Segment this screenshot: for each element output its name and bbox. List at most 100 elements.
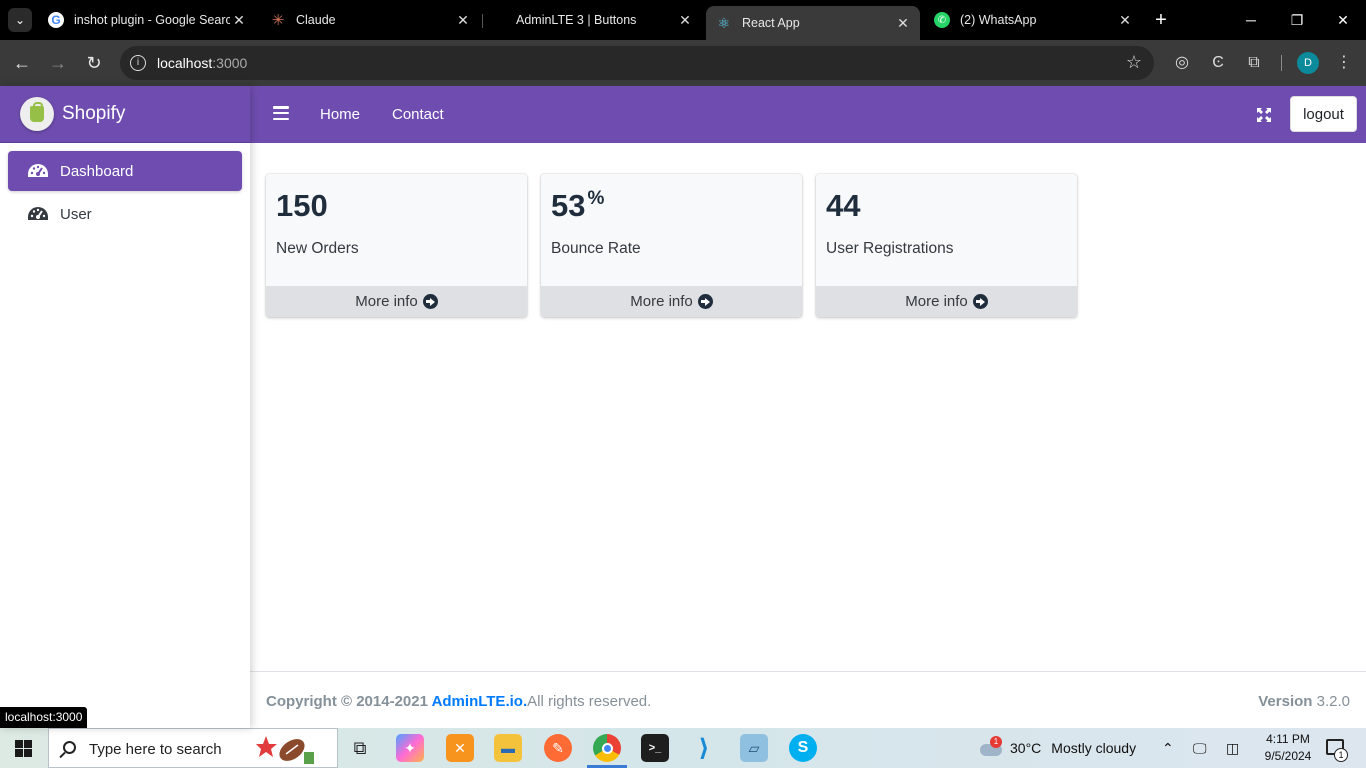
- stat-value: 44: [826, 188, 861, 223]
- site-info-icon[interactable]: i: [130, 55, 146, 71]
- browser-tabstrip: ⌄ G inshot plugin - Google Search ✕ ✳ Cl…: [0, 0, 1366, 40]
- weather-widget[interactable]: 1 30°C Mostly cloudy: [978, 728, 1136, 768]
- stat-box-user-registrations: 44 User Registrations More info: [816, 174, 1077, 317]
- close-tab-icon[interactable]: ✕: [230, 12, 248, 29]
- tab-react-app[interactable]: ⚛ React App ✕: [706, 6, 920, 40]
- stat-box-new-orders: 150 New Orders More info: [266, 174, 527, 317]
- network-icon[interactable]: 🖵: [1193, 728, 1207, 768]
- more-info-link[interactable]: More info: [541, 286, 802, 317]
- file-explorer-icon[interactable]: ▬: [494, 734, 522, 762]
- sidebar-item-label: Dashboard: [60, 162, 134, 180]
- nav-link-contact[interactable]: Contact: [392, 106, 444, 123]
- extension-record-icon[interactable]: ◎: [1170, 51, 1194, 75]
- close-tab-icon[interactable]: ✕: [676, 12, 694, 29]
- sidebar-item-user[interactable]: User: [8, 194, 242, 234]
- fullscreen-expand-icon[interactable]: [1256, 107, 1272, 123]
- close-window-icon[interactable]: ✕: [1331, 8, 1355, 32]
- url-port: :3000: [212, 55, 248, 71]
- new-tab-button[interactable]: +: [1150, 9, 1172, 31]
- notepad-icon[interactable]: ▱: [740, 734, 768, 762]
- weather-badge: 1: [990, 736, 1002, 748]
- gauge-icon: [28, 207, 48, 220]
- sidebar-item-dashboard[interactable]: Dashboard: [8, 151, 242, 191]
- chrome-icon[interactable]: [593, 734, 621, 762]
- task-view-icon[interactable]: ⧉: [346, 734, 374, 762]
- logout-button[interactable]: logout: [1290, 96, 1357, 132]
- windows-start-icon[interactable]: [15, 740, 32, 757]
- minimize-icon[interactable]: ─: [1239, 8, 1263, 32]
- close-tab-icon[interactable]: ✕: [1116, 12, 1134, 29]
- terminal-icon[interactable]: >_: [641, 734, 669, 762]
- clock-date: 9/5/2024: [1264, 749, 1312, 763]
- postman-icon[interactable]: ✎: [544, 734, 572, 762]
- volume-icon[interactable]: ◫: [1226, 728, 1239, 768]
- cloud-icon: 1: [978, 736, 1004, 758]
- tab-claude[interactable]: ✳ Claude ✕: [260, 6, 480, 34]
- reload-icon[interactable]: ↻: [82, 51, 106, 75]
- more-info-link[interactable]: More info: [266, 286, 527, 317]
- forward-icon[interactable]: →: [46, 51, 70, 75]
- more-info-link[interactable]: More info: [816, 286, 1077, 317]
- claude-icon: ✳: [271, 12, 285, 29]
- extension-c-icon[interactable]: Ͼ: [1206, 51, 1230, 75]
- arrow-circle-right-icon: [972, 294, 988, 309]
- back-icon[interactable]: ←: [10, 51, 34, 75]
- show-hidden-icons-chevron-icon[interactable]: ⌃: [1162, 728, 1174, 768]
- weather-desc: Mostly cloudy: [1051, 740, 1137, 756]
- windows-taskbar: Type here to search ⧉ ✦ ✕ ▬ ✎ >_ ⟩ ▱ S 1…: [0, 728, 1366, 768]
- restore-icon[interactable]: ❐: [1285, 8, 1309, 32]
- hamburger-menu-icon[interactable]: [273, 106, 289, 120]
- sidebar: Shopify Dashboard User: [0, 86, 250, 728]
- tab-search-button[interactable]: ⌄: [8, 8, 32, 32]
- clock-time: 4:11 PM: [1266, 732, 1310, 746]
- weather-temp: 30°C: [1010, 740, 1042, 756]
- vscode-icon[interactable]: ⟩: [690, 734, 718, 762]
- copilot-icon[interactable]: ✦: [396, 734, 424, 762]
- stat-suffix: %: [587, 188, 605, 209]
- extensions-puzzle-icon[interactable]: ⧉: [1242, 51, 1266, 75]
- close-tab-icon[interactable]: ✕: [454, 12, 472, 29]
- sidebar-item-label: User: [60, 205, 92, 223]
- arrow-circle-right-icon: [697, 294, 713, 309]
- url-host: localhost: [157, 55, 213, 71]
- google-icon: G: [48, 12, 64, 28]
- nav-link-home[interactable]: Home: [320, 106, 360, 123]
- browser-toolbar: ← → ↻ i localhost:3000 ☆ ◎ Ͼ ⧉ D ⋮: [0, 40, 1366, 86]
- version-text: Version 3.2.0: [1258, 693, 1350, 710]
- url-text[interactable]: localhost:3000: [157, 55, 247, 71]
- shopify-logo-icon: [20, 97, 54, 131]
- stat-label: User Registrations: [826, 240, 954, 257]
- notification-badge: 1: [1334, 748, 1348, 762]
- tab-separator: [482, 14, 483, 28]
- search-icon: [63, 741, 76, 754]
- tab-whatsapp[interactable]: ✆ (2) WhatsApp ✕: [924, 6, 1142, 34]
- react-icon: ⚛: [717, 14, 731, 31]
- adminlte-link[interactable]: AdminLTE.io.: [432, 693, 528, 710]
- status-bubble-url: localhost:3000: [0, 707, 88, 728]
- copyright-text: Copyright © 2014-2021 AdminLTE.io.All ri…: [266, 693, 652, 710]
- skype-icon[interactable]: S: [789, 734, 817, 762]
- close-tab-icon[interactable]: ✕: [894, 15, 912, 32]
- main-footer: Copyright © 2014-2021 AdminLTE.io.All ri…: [250, 671, 1366, 728]
- taskbar-clock[interactable]: 4:11 PM 9/5/2024: [1258, 731, 1318, 765]
- address-bar[interactable]: i localhost:3000 ☆: [120, 46, 1154, 80]
- search-placeholder: Type here to search: [89, 741, 222, 758]
- stat-label: Bounce Rate: [551, 240, 641, 257]
- browser-menu-icon[interactable]: ⋮: [1332, 51, 1356, 75]
- brand-link[interactable]: Shopify: [0, 86, 250, 143]
- toolbar-separator: [1281, 55, 1282, 71]
- stat-value: 150: [276, 188, 328, 223]
- arrow-circle-right-icon: [422, 294, 438, 309]
- tab-google-search[interactable]: G inshot plugin - Google Search ✕: [38, 6, 256, 34]
- search-highlight-football-icon: [256, 736, 314, 764]
- profile-avatar[interactable]: D: [1297, 52, 1319, 74]
- tab-adminlte[interactable]: AdminLTE 3 | Buttons ✕: [506, 6, 702, 34]
- gauge-icon: [28, 164, 48, 177]
- stat-value: 53%: [551, 188, 605, 223]
- stat-box-bounce-rate: 53% Bounce Rate More info: [541, 174, 802, 317]
- stat-label: New Orders: [276, 240, 359, 257]
- whatsapp-icon: ✆: [934, 12, 950, 28]
- bookmark-star-icon[interactable]: ☆: [1126, 52, 1142, 73]
- main-header: Home Contact logout: [250, 86, 1366, 143]
- xampp-icon[interactable]: ✕: [446, 734, 474, 762]
